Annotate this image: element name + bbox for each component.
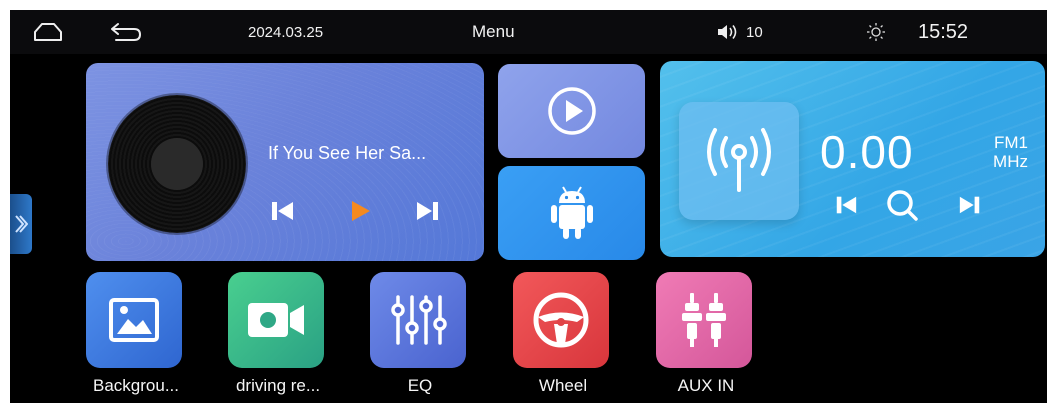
- vinyl-disc-icon: [108, 95, 246, 233]
- radio-frequency: 0.00: [820, 126, 914, 178]
- next-icon: [959, 196, 980, 214]
- radio-band-info: FM1 MHz: [980, 133, 1028, 171]
- side-drawer-tab[interactable]: [10, 194, 32, 254]
- android-icon: [550, 186, 593, 239]
- app-wheel[interactable]: Wheel: [513, 272, 613, 395]
- camera-icon: [248, 303, 304, 337]
- image-icon: [109, 298, 159, 342]
- app-background[interactable]: Backgrou...: [86, 272, 186, 395]
- app-label: EQ: [407, 376, 433, 395]
- play-icon: [352, 201, 370, 221]
- radio-band: FM1: [994, 133, 1028, 152]
- play-button[interactable]: [340, 191, 380, 231]
- home-button[interactable]: [28, 10, 68, 54]
- chevron-right-icon: [15, 215, 28, 233]
- radio-antenna-button[interactable]: [679, 102, 799, 220]
- app-icon-background[interactable]: [86, 272, 182, 368]
- head-unit-screen: 2024.03.25 Menu 10 15:52 If You See Her …: [10, 10, 1047, 403]
- radio-antenna-icon: [707, 128, 771, 192]
- back-arrow-icon: [111, 23, 141, 41]
- previous-icon: [836, 196, 857, 214]
- play-circle-icon: [547, 87, 596, 135]
- previous-icon: [272, 202, 293, 220]
- volume-indicator[interactable]: 10: [716, 10, 763, 54]
- date-text: 2024.03.25: [248, 23, 324, 41]
- equalizer-icon: [391, 295, 447, 345]
- app-label: Backgrou...: [93, 376, 179, 395]
- back-button[interactable]: [106, 10, 146, 54]
- previous-track-button[interactable]: [262, 191, 302, 231]
- app-label: driving re...: [235, 376, 321, 395]
- app-aux-in[interactable]: AUX IN: [656, 272, 756, 395]
- radio-previous-button[interactable]: [826, 185, 866, 225]
- next-track-button[interactable]: [408, 191, 448, 231]
- android-tile[interactable]: [498, 166, 645, 260]
- speaker-icon: [718, 25, 737, 39]
- clock: 15:52: [918, 20, 969, 43]
- radio-card[interactable]: 0.00 FM1 MHz: [660, 61, 1045, 257]
- aux-plug-icon: [682, 293, 726, 347]
- app-icon-eq[interactable]: [370, 272, 466, 368]
- app-icon-wheel[interactable]: [513, 272, 609, 368]
- app-label: Wheel: [538, 376, 588, 395]
- steering-wheel-icon: [533, 292, 589, 348]
- app-icon-aux-in[interactable]: [656, 272, 752, 368]
- app-eq[interactable]: EQ: [370, 272, 470, 395]
- app-icon-driving-record[interactable]: [228, 272, 324, 368]
- search-icon: [887, 190, 918, 221]
- app-label: AUX IN: [677, 376, 735, 395]
- radio-next-button[interactable]: [950, 185, 990, 225]
- video-player-tile[interactable]: [498, 64, 645, 158]
- brightness-button[interactable]: [864, 10, 888, 54]
- next-icon: [417, 202, 438, 220]
- home-icon: [34, 23, 62, 41]
- sun-icon: [867, 23, 885, 41]
- page-title: Menu: [472, 22, 515, 41]
- app-driving-record[interactable]: driving re...: [228, 272, 328, 395]
- radio-unit: MHz: [993, 152, 1028, 171]
- music-player-card[interactable]: If You See Her Sa...: [86, 63, 484, 261]
- radio-search-button[interactable]: [882, 185, 922, 225]
- song-title: If You See Her Sa...: [268, 143, 427, 163]
- volume-level: 10: [746, 23, 763, 41]
- status-bar: 2024.03.25 Menu 10 15:52: [10, 10, 1047, 54]
